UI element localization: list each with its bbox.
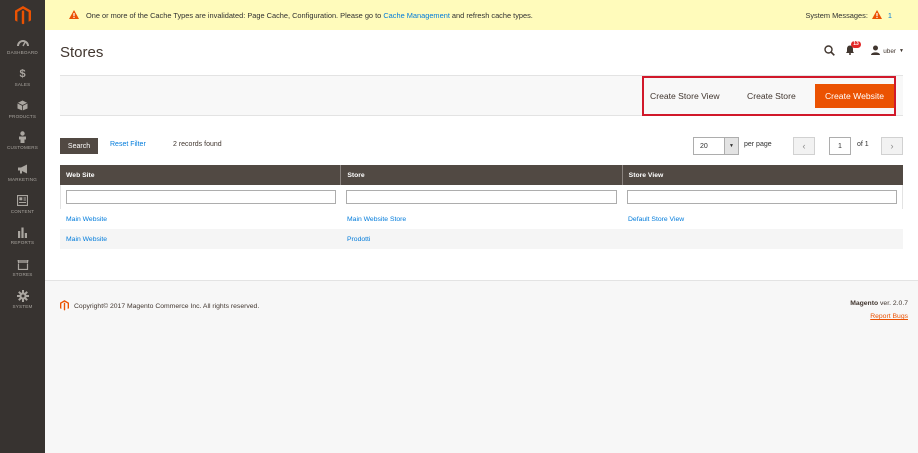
user-icon [871, 45, 881, 57]
dashboard-icon [16, 36, 29, 48]
copyright-text: Copyright© 2017 Magento Commerce Inc. Al… [74, 303, 260, 310]
previous-page-button[interactable]: ‹ [793, 137, 815, 155]
magento-logo-icon [60, 300, 69, 313]
search-button[interactable]: Search [60, 138, 98, 154]
sidebar-item-label: CUSTOMERS [6, 145, 39, 151]
per-page-select[interactable]: 20 ▼ [693, 137, 739, 155]
create-store-button[interactable]: Create Store [747, 91, 796, 101]
sidebar-item-stores[interactable]: STORES [0, 252, 45, 284]
user-name: uber [883, 47, 897, 55]
version-info: Magento ver. 2.0.7 [850, 300, 908, 307]
per-page-value: 20 [700, 142, 708, 150]
store-cell[interactable]: Prodotti [341, 229, 622, 249]
system-messages[interactable]: System Messages: 1 [805, 0, 892, 30]
sidebar-item-sales[interactable]: $ SALES [0, 62, 45, 94]
page-title: Stores [60, 44, 104, 61]
sidebar-item-reports[interactable]: REPORTS [0, 220, 45, 252]
cube-icon [17, 100, 29, 112]
sidebar-item-customers[interactable]: CUSTOMERS [0, 125, 45, 157]
sidebar-item-label: PRODUCTS [8, 113, 37, 119]
store-icon [17, 258, 29, 270]
copyright: Copyright© 2017 Magento Commerce Inc. Al… [60, 300, 259, 313]
create-website-button[interactable]: Create Website [815, 84, 894, 108]
column-header-website[interactable]: Web Site [60, 165, 342, 185]
table-row[interactable]: Main Website Prodotti [60, 229, 903, 249]
grid-header: Web Site Store Store View [60, 165, 903, 185]
store-view-filter-input[interactable] [626, 190, 897, 204]
search-icon[interactable] [824, 44, 836, 58]
column-header-store-view[interactable]: Store View [623, 165, 903, 185]
chevron-down-icon: ▼ [724, 138, 738, 154]
main-content: One or more of the Cache Types are inval… [45, 0, 918, 453]
content-icon [17, 195, 29, 207]
header-actions: 13 uber ▼ [824, 41, 904, 58]
admin-sidebar: DASHBOARD $ SALES PRODUCTS CUSTOMERS MAR… [0, 0, 45, 453]
per-page-label: per page [744, 141, 772, 148]
store-filter-input[interactable] [346, 190, 617, 204]
report-bugs-link[interactable]: Report Bugs [870, 313, 908, 320]
sidebar-item-label: SALES [14, 82, 31, 88]
sidebar-item-content[interactable]: CONTENT [0, 188, 45, 220]
megaphone-icon [17, 163, 29, 175]
system-notice-bar: One or more of the Cache Types are inval… [45, 0, 918, 30]
page-number-input[interactable]: 1 [829, 137, 851, 155]
chevron-right-icon: › [890, 141, 894, 151]
dollar-icon: $ [19, 68, 26, 81]
website-cell[interactable]: Main Website [60, 229, 341, 249]
page-footer: Copyright© 2017 Magento Commerce Inc. Al… [45, 280, 918, 453]
warning-icon [871, 9, 882, 21]
reset-filter-link[interactable]: Reset Filter [110, 141, 146, 148]
create-store-view-button[interactable]: Create Store View [650, 91, 720, 101]
sidebar-item-label: CONTENT [10, 208, 35, 214]
sidebar-item-marketing[interactable]: MARKETING [0, 157, 45, 189]
grid-filter-row [60, 185, 903, 209]
sidebar-item-label: MARKETING [7, 177, 38, 183]
records-count: 2 records found [173, 141, 222, 148]
page-total: of 1 [857, 141, 869, 148]
table-row[interactable]: Main Website Main Website Store Default … [60, 209, 903, 229]
user-menu[interactable]: uber ▼ [871, 45, 904, 57]
cache-management-link[interactable]: Cache Management [383, 11, 450, 20]
notifications-badge: 13 [851, 41, 861, 48]
store-view-cell[interactable]: Default Store View [622, 209, 903, 229]
column-header-store[interactable]: Store [341, 165, 623, 185]
website-cell[interactable]: Main Website [60, 209, 341, 229]
person-icon [17, 131, 29, 144]
magento-logo-icon [14, 5, 31, 24]
sidebar-item-system[interactable]: SYSTEM [0, 284, 45, 316]
sidebar-item-label: REPORTS [10, 240, 35, 246]
system-messages-label: System Messages: [805, 10, 868, 20]
sidebar-item-label: DASHBOARD [7, 50, 38, 56]
store-view-cell [622, 229, 903, 249]
notice-text: One or more of the Cache Types are inval… [86, 10, 533, 20]
gear-icon [16, 289, 29, 302]
brand-name: Magento [850, 300, 879, 307]
notifications-button[interactable]: 13 [845, 41, 861, 57]
bar-chart-icon [17, 226, 29, 238]
sidebar-item-dashboard[interactable]: DASHBOARD [0, 30, 45, 62]
sidebar-item-label: SYSTEM [12, 303, 33, 309]
chevron-left-icon: ‹ [802, 141, 806, 151]
magento-logo[interactable] [0, 0, 45, 30]
stores-grid: Web Site Store Store View Main Website M… [60, 165, 903, 249]
version-text: ver. 2.0.7 [878, 300, 908, 307]
store-cell[interactable]: Main Website Store [341, 209, 622, 229]
next-page-button[interactable]: › [881, 137, 903, 155]
warning-icon [69, 9, 79, 21]
caret-down-icon: ▼ [899, 48, 904, 54]
sidebar-item-products[interactable]: PRODUCTS [0, 93, 45, 125]
website-filter-input[interactable] [66, 190, 337, 204]
sidebar-item-label: STORES [12, 272, 33, 278]
system-messages-count: 1 [887, 10, 892, 20]
